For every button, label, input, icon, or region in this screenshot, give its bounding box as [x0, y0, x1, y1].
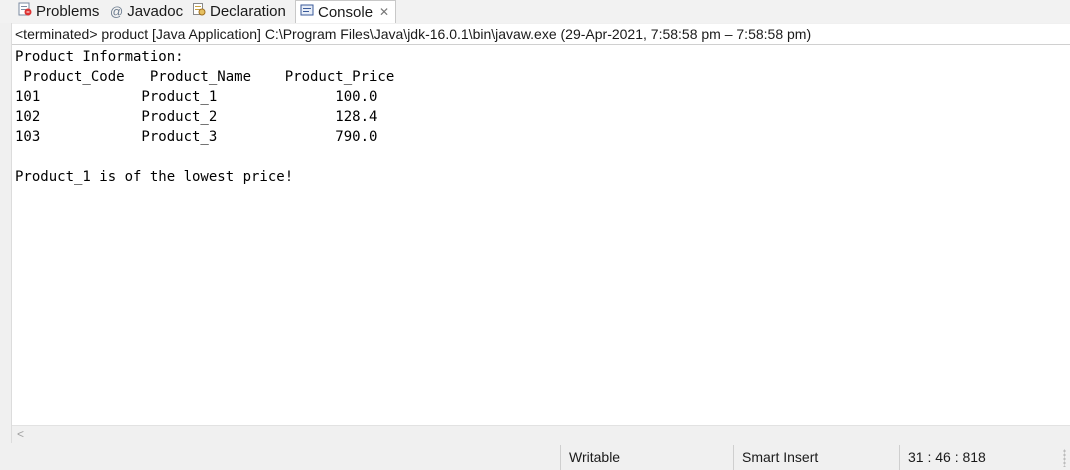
- console-line: Product_Code Product_Name Product_Price: [15, 69, 395, 85]
- console-line: Product_1 is of the lowest price!: [15, 169, 294, 185]
- scroll-left-icon[interactable]: <: [17, 426, 24, 443]
- tab-javadoc-label: Javadoc: [127, 2, 184, 20]
- tab-console[interactable]: Console ✕: [295, 0, 397, 23]
- tab-problems-label: Problems: [36, 2, 100, 20]
- console-line: 102 Product_2 128.4: [15, 109, 378, 125]
- console-line: 103 Product_3 790.0: [15, 129, 378, 145]
- problems-icon: [18, 2, 32, 20]
- tab-console-label: Console: [318, 3, 374, 21]
- tab-declaration-label: Declaration: [210, 2, 286, 20]
- console-icon: [300, 3, 314, 21]
- left-gutter: [0, 23, 12, 443]
- horizontal-scrollbar[interactable]: <: [12, 425, 1070, 443]
- status-bar: Writable Smart Insert 31 : 46 : 818: [0, 443, 1070, 470]
- console-line: Product Information:: [15, 49, 184, 65]
- tab-declaration[interactable]: Declaration: [192, 0, 286, 22]
- status-insert-mode: Smart Insert: [733, 445, 892, 470]
- status-writable: Writable: [560, 445, 729, 470]
- close-icon[interactable]: ✕: [379, 5, 389, 19]
- view-tab-bar: Problems @ Javadoc Declaration Console ✕: [0, 0, 1070, 23]
- console-output-area[interactable]: Product Information: Product_Code Produc…: [12, 45, 1070, 425]
- status-cursor-position: 31 : 46 : 818: [899, 445, 1038, 470]
- resize-grip-icon[interactable]: [1063, 449, 1066, 467]
- console-line: 101 Product_1 100.0: [15, 89, 378, 105]
- declaration-icon: [192, 2, 206, 20]
- tab-problems[interactable]: Problems: [18, 0, 99, 22]
- javadoc-icon: @: [110, 3, 124, 19]
- tab-javadoc[interactable]: @ Javadoc: [110, 0, 183, 22]
- process-status-line: <terminated> product [Java Application] …: [12, 24, 1070, 44]
- console-text[interactable]: Product Information: Product_Code Produc…: [12, 45, 1070, 187]
